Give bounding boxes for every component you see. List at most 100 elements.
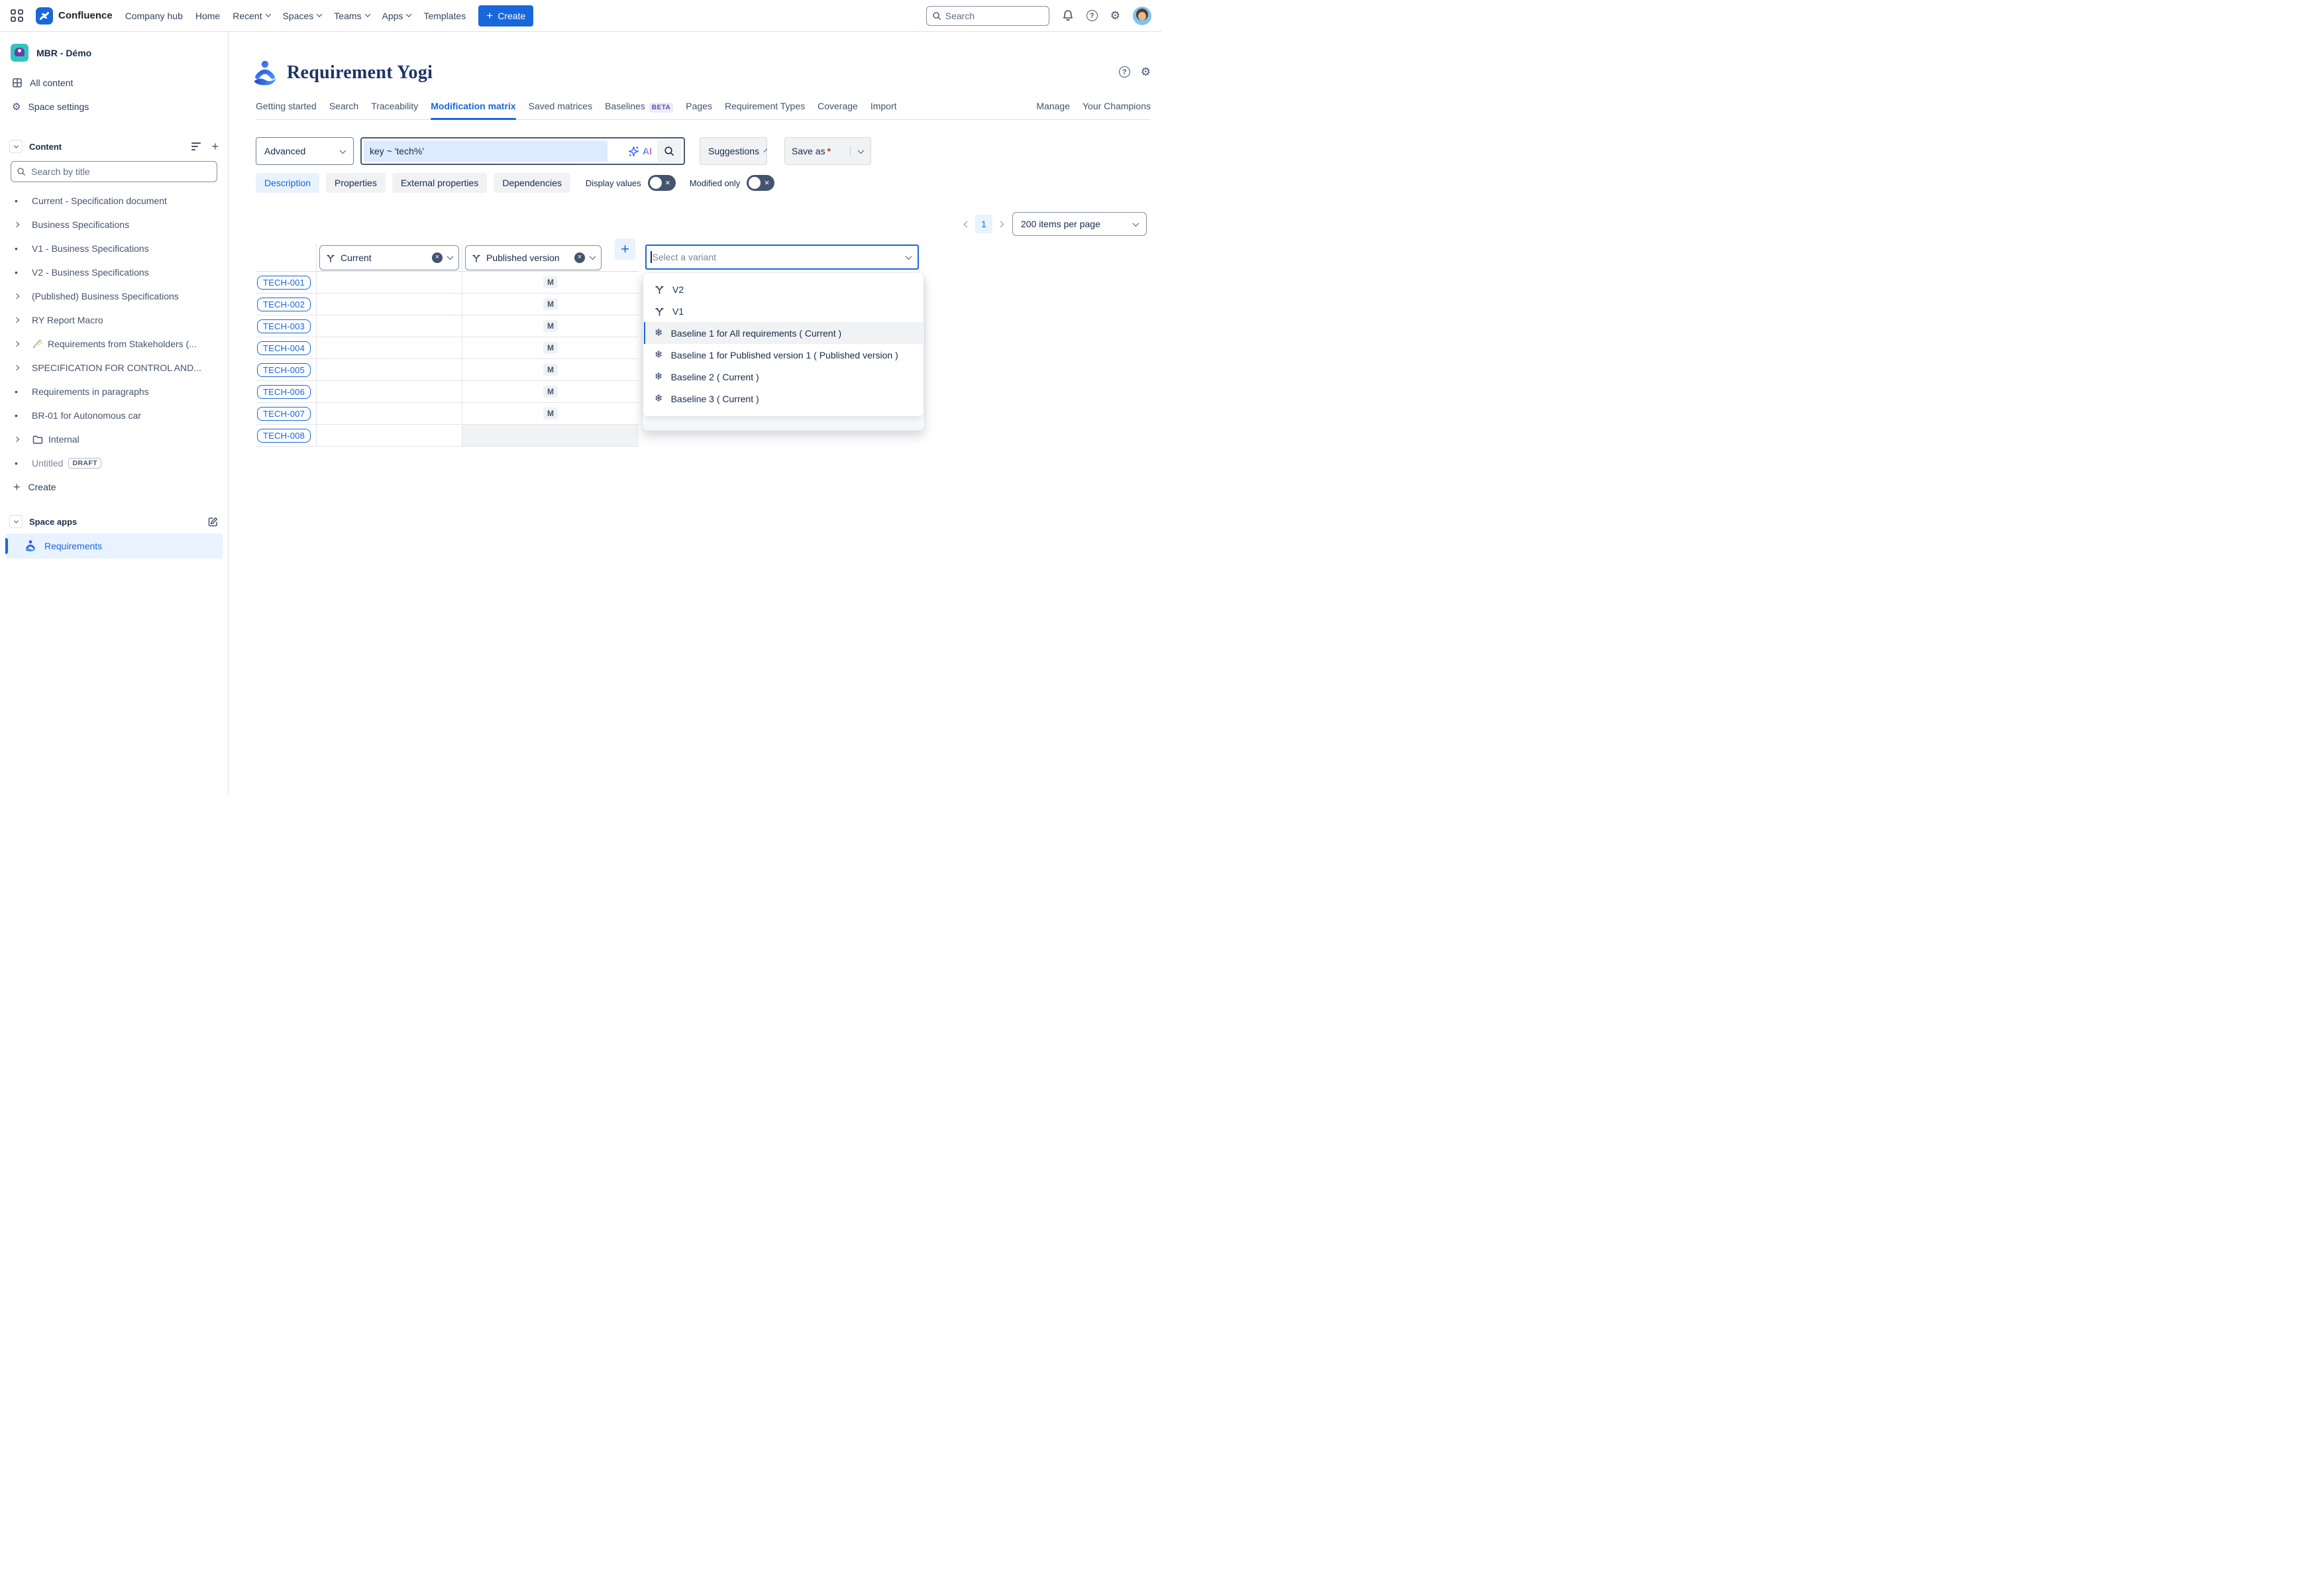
page-tree-item[interactable]: SPECIFICATION FOR CONTROL AND... [0,356,228,380]
user-avatar[interactable] [1133,7,1151,25]
chevron-right-icon[interactable] [15,318,32,322]
tab-getting-started[interactable]: Getting started [256,101,317,111]
nav-templates[interactable]: Templates [423,11,466,21]
add-content-icon[interactable]: + [211,140,219,152]
variant-option-v1[interactable]: V1 [644,300,923,322]
tab-saved-matrices[interactable]: Saved matrices [529,101,592,111]
chip-dependencies[interactable]: Dependencies [494,173,570,193]
sidebar-item-all-content[interactable]: All content [0,71,228,95]
search-mode-select[interactable]: Advanced [256,137,354,165]
next-page-button[interactable] [998,222,1003,227]
sidebar-create-button[interactable]: + Create [0,475,228,499]
page-size-select[interactable]: 200 items per page [1012,212,1147,236]
requirement-key-link[interactable]: TECH-002 [257,298,311,311]
page-tree-item[interactable]: •UntitledDRAFT [0,451,228,475]
page-tree-item[interactable]: Requirements from Stakeholders (... [0,332,228,356]
nav-company-hub[interactable]: Company hub [125,11,183,21]
variant-option-partial[interactable] [644,410,923,416]
settings-gear-icon[interactable]: ⚙ [1110,10,1120,21]
column-filter-published-version[interactable]: Published version × [465,245,602,270]
sidebar-search-input[interactable] [31,166,211,177]
page-tree-item[interactable]: •V1 - Business Specifications [0,237,228,260]
help-icon[interactable]: ? [1086,10,1098,21]
requirement-key-link[interactable]: TECH-005 [257,363,311,377]
page-tree-item[interactable]: •V2 - Business Specifications [0,260,228,284]
requirement-key-link[interactable]: TECH-004 [257,341,311,355]
space-header[interactable]: MBR - Démo [0,41,228,71]
sidebar-item-space-settings[interactable]: ⚙ Space settings [0,95,228,119]
run-search-button[interactable] [657,140,681,162]
filter-icon[interactable] [191,142,201,150]
page-tree-item[interactable]: •BR-01 for Autonomous car [0,404,228,427]
app-switcher-icon[interactable] [11,9,23,22]
clear-column-icon[interactable]: × [432,252,443,263]
modified-only-toggle[interactable]: × [747,175,774,191]
nav-teams[interactable]: Teams [334,11,369,21]
app-settings-gear-icon[interactable]: ⚙ [1141,66,1151,78]
chevron-right-icon[interactable] [15,366,32,370]
page-tree-item[interactable]: RY Report Macro [0,308,228,332]
requirement-key-link[interactable]: TECH-007 [257,407,311,421]
tab-your-champions[interactable]: Your Champions [1083,101,1151,111]
notifications-bell-icon[interactable] [1062,9,1074,22]
page-tree-item[interactable]: Internal [0,427,228,451]
page-tree-item[interactable]: •Current - Specification document [0,189,228,213]
tab-baselines[interactable]: BaselinesBETA [605,101,673,111]
clear-column-icon[interactable]: × [574,252,585,263]
page-number[interactable]: 1 [975,215,992,233]
previous-page-button[interactable] [965,222,969,227]
create-button[interactable]: +Create [478,5,533,27]
tab-pages[interactable]: Pages [686,101,712,111]
app-help-icon[interactable]: ? [1119,66,1130,78]
tab-modification-matrix[interactable]: Modification matrix [431,101,515,111]
display-values-toggle[interactable]: × [648,175,676,191]
tab-import[interactable]: Import [871,101,897,111]
collapse-space-apps-button[interactable] [9,515,23,528]
query-input[interactable]: key ~ 'tech%' AI [360,137,685,165]
tab-traceability[interactable]: Traceability [371,101,418,111]
global-search-box[interactable] [926,6,1049,26]
tab-manage[interactable]: Manage [1036,101,1070,111]
suggestions-button[interactable]: Suggestions [700,137,767,165]
nav-recent[interactable]: Recent [233,11,270,21]
page-tree-item[interactable]: •Requirements in paragraphs [0,380,228,404]
page-tree-item[interactable]: Business Specifications [0,213,228,237]
table-row: TECH-004 M [256,337,639,359]
variant-option-baseline-1-published[interactable]: ❄ Baseline 1 for Published version 1 ( P… [644,344,923,366]
sidebar-search-box[interactable] [11,161,217,182]
nav-spaces[interactable]: Spaces [283,11,322,21]
column-filter-current[interactable]: Current × [319,245,459,270]
chip-properties[interactable]: Properties [326,173,386,193]
edit-icon[interactable] [207,516,219,527]
chip-external-properties[interactable]: External properties [392,173,488,193]
chevron-right-icon[interactable] [15,223,32,227]
tab-search[interactable]: Search [329,101,358,111]
ai-assist-button[interactable]: AI [628,146,652,157]
chevron-right-icon[interactable] [15,437,32,441]
nav-apps[interactable]: Apps [382,11,411,21]
variant-option-baseline-2[interactable]: ❄ Baseline 2 ( Current ) [644,366,923,388]
sidebar-item-requirements[interactable]: Requirements [5,533,223,559]
requirement-key-link[interactable]: TECH-003 [257,319,311,333]
chip-description[interactable]: Description [256,173,319,193]
nav-home[interactable]: Home [195,11,220,21]
confluence-logo[interactable]: Confluence [36,7,113,25]
requirement-key-link[interactable]: TECH-008 [257,429,311,443]
variant-option-v2[interactable]: V2 [644,278,923,300]
add-column-button[interactable]: + [615,239,635,260]
tab-coverage[interactable]: Coverage [818,101,858,111]
variant-option-baseline-3[interactable]: ❄ Baseline 3 ( Current ) [644,388,923,410]
global-search-input[interactable] [945,11,1031,21]
variant-icon [655,306,664,316]
requirement-key-link[interactable]: TECH-001 [257,276,311,290]
save-as-menu-button[interactable] [851,149,871,154]
variant-select-input[interactable]: Select a variant [645,245,919,270]
page-tree-item[interactable]: (Published) Business Specifications [0,284,228,308]
chevron-right-icon[interactable] [15,294,32,298]
chevron-right-icon[interactable] [15,342,32,346]
collapse-content-button[interactable] [9,140,23,153]
variant-option-baseline-1-all[interactable]: ❄ Baseline 1 for All requirements ( Curr… [644,322,923,344]
requirement-key-link[interactable]: TECH-006 [257,385,311,399]
tab-requirement-types[interactable]: Requirement Types [725,101,805,111]
save-as-button[interactable]: Save as * [785,146,851,156]
